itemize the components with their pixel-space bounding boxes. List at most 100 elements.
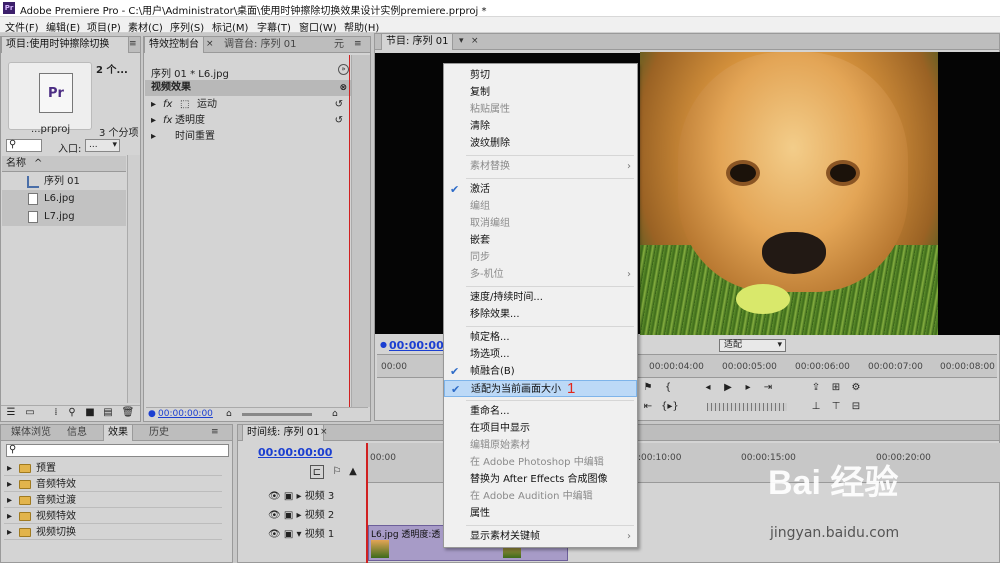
close-icon[interactable]: × xyxy=(471,36,479,46)
tab-audio-mixer[interactable]: 调音台: 序列 01 xyxy=(220,37,300,53)
expand-icon[interactable]: » xyxy=(338,64,349,75)
effects-search-input[interactable]: ⚲ xyxy=(6,444,229,457)
menu-item-enable[interactable]: ✔ 激活 xyxy=(444,181,637,198)
column-header[interactable]: 名称 ^ xyxy=(2,156,126,172)
menu-clip[interactable]: 素材(C) xyxy=(128,19,163,34)
menu-edit[interactable]: 编辑(E) xyxy=(46,19,80,34)
expand-arrow-icon[interactable]: ▸ xyxy=(151,97,156,113)
trash-icon[interactable]: 🗑 xyxy=(121,406,135,420)
new-bin-icon[interactable]: ■ xyxy=(83,406,97,420)
eye-icon[interactable]: 👁 xyxy=(268,510,281,521)
expand-arrow-icon[interactable]: ▸ xyxy=(151,113,156,129)
tab-info[interactable]: 信息 xyxy=(63,425,91,441)
menu-marker[interactable]: 标记(M) xyxy=(212,19,248,34)
timeline-timecode[interactable]: 00:00:00:00 xyxy=(258,446,332,459)
expand-arrow-icon[interactable]: ▸ xyxy=(297,491,302,502)
folder-audio-transitions[interactable]: ▸ 音频过渡 xyxy=(4,493,222,508)
tab-meta[interactable]: 元 xyxy=(330,37,348,53)
menu-title[interactable]: 字幕(T) xyxy=(257,19,291,34)
menu-item-remove-effects[interactable]: 移除效果... xyxy=(444,306,637,323)
reset-icon[interactable]: ↺ xyxy=(335,113,343,129)
reset-icon[interactable]: ↺ xyxy=(335,97,343,113)
fit-select[interactable]: 适配 ▾ xyxy=(719,339,786,352)
track-video-3[interactable]: 👁 ▣ ▸ 视频 3 xyxy=(268,489,366,505)
fx-icon[interactable]: fx xyxy=(163,97,172,113)
extract-icon[interactable]: ⊤ xyxy=(829,400,843,414)
menu-item-reveal-in-project[interactable]: 在项目中显示 xyxy=(444,420,637,437)
zoom-out-icon[interactable]: ⌂ xyxy=(226,409,232,419)
expand-arrow-icon[interactable]: ▸ xyxy=(7,477,12,492)
folder-audio-effects[interactable]: ▸ 音频特效 xyxy=(4,477,222,492)
menu-item-field-options[interactable]: 场选项... xyxy=(444,346,637,363)
tab-project[interactable]: 项目:使用时钟擦除切换 xyxy=(1,37,129,53)
film-icon[interactable]: ▣ xyxy=(284,510,293,521)
step-forward-icon[interactable]: ▸ xyxy=(741,381,755,395)
expand-arrow-icon[interactable]: ▸ xyxy=(297,510,302,521)
chevron-down-icon[interactable]: ▾ xyxy=(459,36,464,46)
tab-timeline[interactable]: 时间线: 序列 01 xyxy=(242,425,325,441)
trim-icon[interactable]: ⊥ xyxy=(809,400,823,414)
go-to-out-icon[interactable]: ⇥ xyxy=(761,381,775,395)
film-icon[interactable]: ▣ xyxy=(284,529,293,540)
close-icon[interactable]: × xyxy=(320,427,328,437)
scrollbar[interactable] xyxy=(351,55,370,407)
menu-item-scale-to-frame-size[interactable]: ✔ 适配为当前画面大小 xyxy=(444,380,637,397)
fx-row-motion[interactable]: ▸ fx ⬚ 运动 ↺ xyxy=(145,97,351,113)
icon-view-icon[interactable]: ▭ xyxy=(23,406,37,420)
new-item-icon[interactable]: ▤ xyxy=(101,406,115,420)
goto-in-icon[interactable]: ⇤ xyxy=(641,400,655,414)
list-view-icon[interactable]: ☰ xyxy=(4,406,18,420)
track-video-2[interactable]: 👁 ▣ ▸ 视频 2 xyxy=(268,508,366,524)
menu-item-clear[interactable]: 清除 xyxy=(444,118,637,135)
menu-item-ripple-delete[interactable]: 波纹删除 xyxy=(444,135,637,152)
tab-media-browser[interactable]: 媒体浏览 xyxy=(7,425,55,441)
menu-item-speed-duration[interactable]: 速度/持续时间... xyxy=(444,289,637,306)
menu-item-frame-hold[interactable]: 帧定格... xyxy=(444,329,637,346)
menu-item-show-clip-keyframes[interactable]: 显示素材关键帧 › xyxy=(444,528,637,545)
play-icon[interactable]: ▶ xyxy=(721,381,735,395)
fx-row-opacity[interactable]: ▸ fx 透明度 ↺ xyxy=(145,113,351,129)
expand-arrow-icon[interactable]: ▾ xyxy=(297,529,302,540)
folder-video-transitions[interactable]: ▸ 视频切换 xyxy=(4,525,222,540)
menu-item-rename[interactable]: 重命名... xyxy=(444,403,637,420)
list-item[interactable]: L7.jpg xyxy=(2,208,126,226)
lift-icon[interactable]: ⇪ xyxy=(809,381,823,395)
automate-icon[interactable]: ⁞ xyxy=(49,406,63,420)
tab-effects[interactable]: 效果 xyxy=(103,425,133,441)
list-item[interactable]: 序列 01 xyxy=(2,173,126,191)
menu-item-cut[interactable]: 剪切 xyxy=(444,67,637,84)
collapse-icon[interactable]: ⊗ xyxy=(339,80,347,96)
menu-window[interactable]: 窗口(W) xyxy=(299,19,337,34)
tab-program[interactable]: 节目: 序列 01 xyxy=(381,34,454,50)
menu-help[interactable]: 帮助(H) xyxy=(344,19,379,34)
step-back-icon[interactable]: ◂ xyxy=(701,381,715,395)
entry-select[interactable]: ... ▾ xyxy=(85,139,120,152)
tab-history[interactable]: 历史 xyxy=(145,425,173,441)
scrollbar[interactable] xyxy=(127,155,140,403)
menu-item-replace-with-after-effects[interactable]: 替换为 After Effects 合成图像 xyxy=(444,471,637,488)
menu-item-properties[interactable]: 属性 xyxy=(444,505,637,522)
menu-item-frame-blend[interactable]: ✔ 帧融合(B) xyxy=(444,363,637,380)
expand-arrow-icon[interactable]: ▸ xyxy=(7,525,12,540)
safe-margin-icon[interactable]: ⊞ xyxy=(829,381,843,395)
menu-item-copy[interactable]: 复制 xyxy=(444,84,637,101)
mark-in-icon[interactable]: { xyxy=(661,381,675,395)
jog-shuttle[interactable] xyxy=(707,403,787,411)
search-input[interactable]: ⚲ xyxy=(6,139,42,152)
eye-icon[interactable]: 👁 xyxy=(268,529,281,540)
tab-effect-controls[interactable]: 特效控制台 xyxy=(144,37,204,53)
keyframe-icon[interactable]: ▲ xyxy=(346,465,360,479)
expand-arrow-icon[interactable]: ▸ xyxy=(7,461,12,476)
track-video-1[interactable]: 👁 ▣ ▾ 视频 1 xyxy=(268,527,366,543)
zoom-slider[interactable] xyxy=(242,413,312,416)
menu-file[interactable]: 文件(F) xyxy=(5,19,39,34)
menu-item-nest[interactable]: 嵌套 xyxy=(444,232,637,249)
panel-menu-icon[interactable]: ≡ xyxy=(129,39,137,49)
marker-icon[interactable]: ⚑ xyxy=(641,381,655,395)
eye-icon[interactable]: 👁 xyxy=(268,491,281,502)
marker-icon[interactable]: ⚐ xyxy=(330,465,344,479)
zoom-in-icon[interactable]: ⌂ xyxy=(332,409,338,419)
folder-presets[interactable]: ▸ 预置 xyxy=(4,461,222,476)
fx-icon[interactable]: fx xyxy=(163,113,172,129)
expand-arrow-icon[interactable]: ▸ xyxy=(7,509,12,524)
